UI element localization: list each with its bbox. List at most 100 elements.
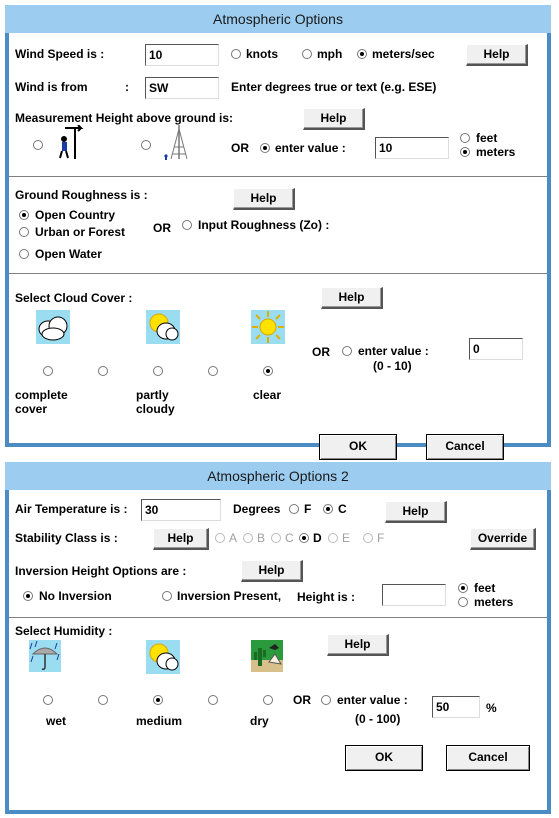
humidity-enter-value-radio[interactable] xyxy=(321,695,331,705)
cloud-partly-radio[interactable] xyxy=(153,366,163,376)
cloud-complete-label-line2: cover xyxy=(15,402,48,416)
height-feet-radio[interactable] xyxy=(460,133,470,143)
meters-per-sec-radio[interactable] xyxy=(357,49,367,59)
humidity-dry-radio[interactable] xyxy=(263,695,273,705)
cloud-cover-input[interactable] xyxy=(469,338,523,360)
humidity-enter-value-label: enter value : xyxy=(337,693,408,707)
stability-d-radio[interactable] xyxy=(299,533,309,543)
ok-button[interactable]: OK xyxy=(345,745,423,771)
percent-label: % xyxy=(486,701,497,715)
override-button[interactable]: Override xyxy=(470,528,536,550)
atmospheric-options-2-window: Atmospheric Options 2 Air Temperature is… xyxy=(5,462,551,814)
measurement-height-label: Measurement Height above ground is: xyxy=(15,111,234,125)
open-country-radio[interactable] xyxy=(19,210,29,220)
input-roughness-label: Input Roughness (Zo) : xyxy=(198,218,330,232)
wind-from-colon: : xyxy=(125,80,129,94)
cloud-partly-label-line1: partly xyxy=(136,388,169,402)
mph-radio[interactable] xyxy=(302,49,312,59)
inversion-feet-radio[interactable] xyxy=(458,583,468,593)
air-temp-help-button[interactable]: Help xyxy=(385,501,447,523)
stability-b-label: B xyxy=(257,531,266,545)
stability-c-label: C xyxy=(285,531,294,545)
separator xyxy=(9,176,547,178)
open-water-label: Open Water xyxy=(35,247,102,261)
celsius-label: C xyxy=(338,502,347,516)
urban-forest-radio[interactable] xyxy=(19,227,29,237)
cloud-enter-value-label: enter value : xyxy=(358,344,429,358)
no-inversion-radio[interactable] xyxy=(23,591,33,601)
height-enter-value-radio[interactable] xyxy=(260,143,270,153)
cancel-button[interactable]: Cancel xyxy=(446,745,530,771)
wind-from-label: Wind is from xyxy=(15,80,88,94)
cloud-help-button[interactable]: Help xyxy=(321,287,383,309)
stability-class-label: Stability Class is : xyxy=(15,531,118,545)
stability-d-label: D xyxy=(313,531,322,545)
inversion-meters-radio[interactable] xyxy=(458,597,468,607)
measurement-height-help-button[interactable]: Help xyxy=(303,108,365,130)
cloud-clear-label: clear xyxy=(253,388,282,402)
wind-speed-help-button[interactable]: Help xyxy=(466,44,528,66)
stability-a-radio[interactable] xyxy=(215,533,225,543)
open-water-radio[interactable] xyxy=(19,249,29,259)
humidity-range-label: (0 - 100) xyxy=(355,712,401,726)
cancel-button[interactable]: Cancel xyxy=(426,434,504,460)
fahrenheit-radio[interactable] xyxy=(289,504,299,514)
height-meters-label: meters xyxy=(476,145,516,159)
urban-forest-label: Urban or Forest xyxy=(35,225,126,239)
complete-cloud-cover-icon xyxy=(36,310,70,344)
roughness-or-label: OR xyxy=(153,221,171,235)
height-enter-value-label: enter value : xyxy=(275,141,346,155)
cloud-complete-radio[interactable] xyxy=(43,366,53,376)
stability-c-radio[interactable] xyxy=(271,533,281,543)
stability-help-button[interactable]: Help xyxy=(153,528,209,550)
height-meters-radio[interactable] xyxy=(460,147,470,157)
cloud-level-4-radio[interactable] xyxy=(208,366,218,376)
stability-b-radio[interactable] xyxy=(243,533,253,543)
roughness-help-button[interactable]: Help xyxy=(233,188,295,210)
cloud-level-2-radio[interactable] xyxy=(98,366,108,376)
window-client-area: Wind Speed is : knots mph meters/sec Hel… xyxy=(9,33,547,460)
humidity-wet-radio[interactable] xyxy=(43,695,53,705)
inversion-height-input[interactable] xyxy=(382,584,446,606)
air-temperature-label: Air Temperature is : xyxy=(15,502,128,516)
stability-e-radio[interactable] xyxy=(328,533,338,543)
window-title: Atmospheric Options 2 xyxy=(5,462,551,490)
weather-tower-icon xyxy=(164,125,188,160)
meters-per-sec-label: meters/sec xyxy=(372,47,435,61)
dry-desert-icon xyxy=(251,640,283,672)
inversion-height-label: Inversion Height Options are : xyxy=(15,564,187,578)
humidity-help-button[interactable]: Help xyxy=(327,634,389,656)
stability-f-radio[interactable] xyxy=(363,533,373,543)
air-temperature-input[interactable] xyxy=(141,499,221,521)
wind-speed-input[interactable] xyxy=(145,44,219,66)
fahrenheit-label: F xyxy=(304,502,312,516)
cloud-clear-radio[interactable] xyxy=(263,366,273,376)
cloud-complete-label-line1: complete xyxy=(15,388,68,402)
separator xyxy=(9,617,547,619)
humidity-dry-label: dry xyxy=(250,714,269,728)
celsius-radio[interactable] xyxy=(323,504,333,514)
measurement-height-input[interactable] xyxy=(375,137,449,159)
stability-e-label: E xyxy=(342,531,351,545)
inversion-help-button[interactable]: Help xyxy=(241,560,303,582)
humidity-medium-radio[interactable] xyxy=(153,695,163,705)
separator xyxy=(9,273,547,275)
wet-umbrella-icon xyxy=(29,640,61,672)
knots-radio[interactable] xyxy=(231,49,241,59)
cloud-enter-value-radio[interactable] xyxy=(342,346,352,356)
humidity-level-4-radio[interactable] xyxy=(208,695,218,705)
cloud-or-label: OR xyxy=(312,345,330,359)
height-tower-radio[interactable] xyxy=(141,140,151,150)
humidity-input[interactable] xyxy=(432,696,480,718)
humidity-level-2-radio[interactable] xyxy=(98,695,108,705)
inversion-present-radio[interactable] xyxy=(162,591,172,601)
medium-humidity-icon xyxy=(146,640,180,674)
wind-direction-hint: Enter degrees true or text (e.g. ESE) xyxy=(231,80,437,94)
height-anemometer-radio[interactable] xyxy=(33,140,43,150)
humidity-or-label: OR xyxy=(293,693,311,707)
input-roughness-radio[interactable] xyxy=(182,220,192,230)
humidity-medium-label: medium xyxy=(136,714,183,728)
cloud-cover-label: Select Cloud Cover : xyxy=(15,291,133,305)
wind-direction-input[interactable] xyxy=(145,77,219,99)
ok-button[interactable]: OK xyxy=(319,434,397,460)
